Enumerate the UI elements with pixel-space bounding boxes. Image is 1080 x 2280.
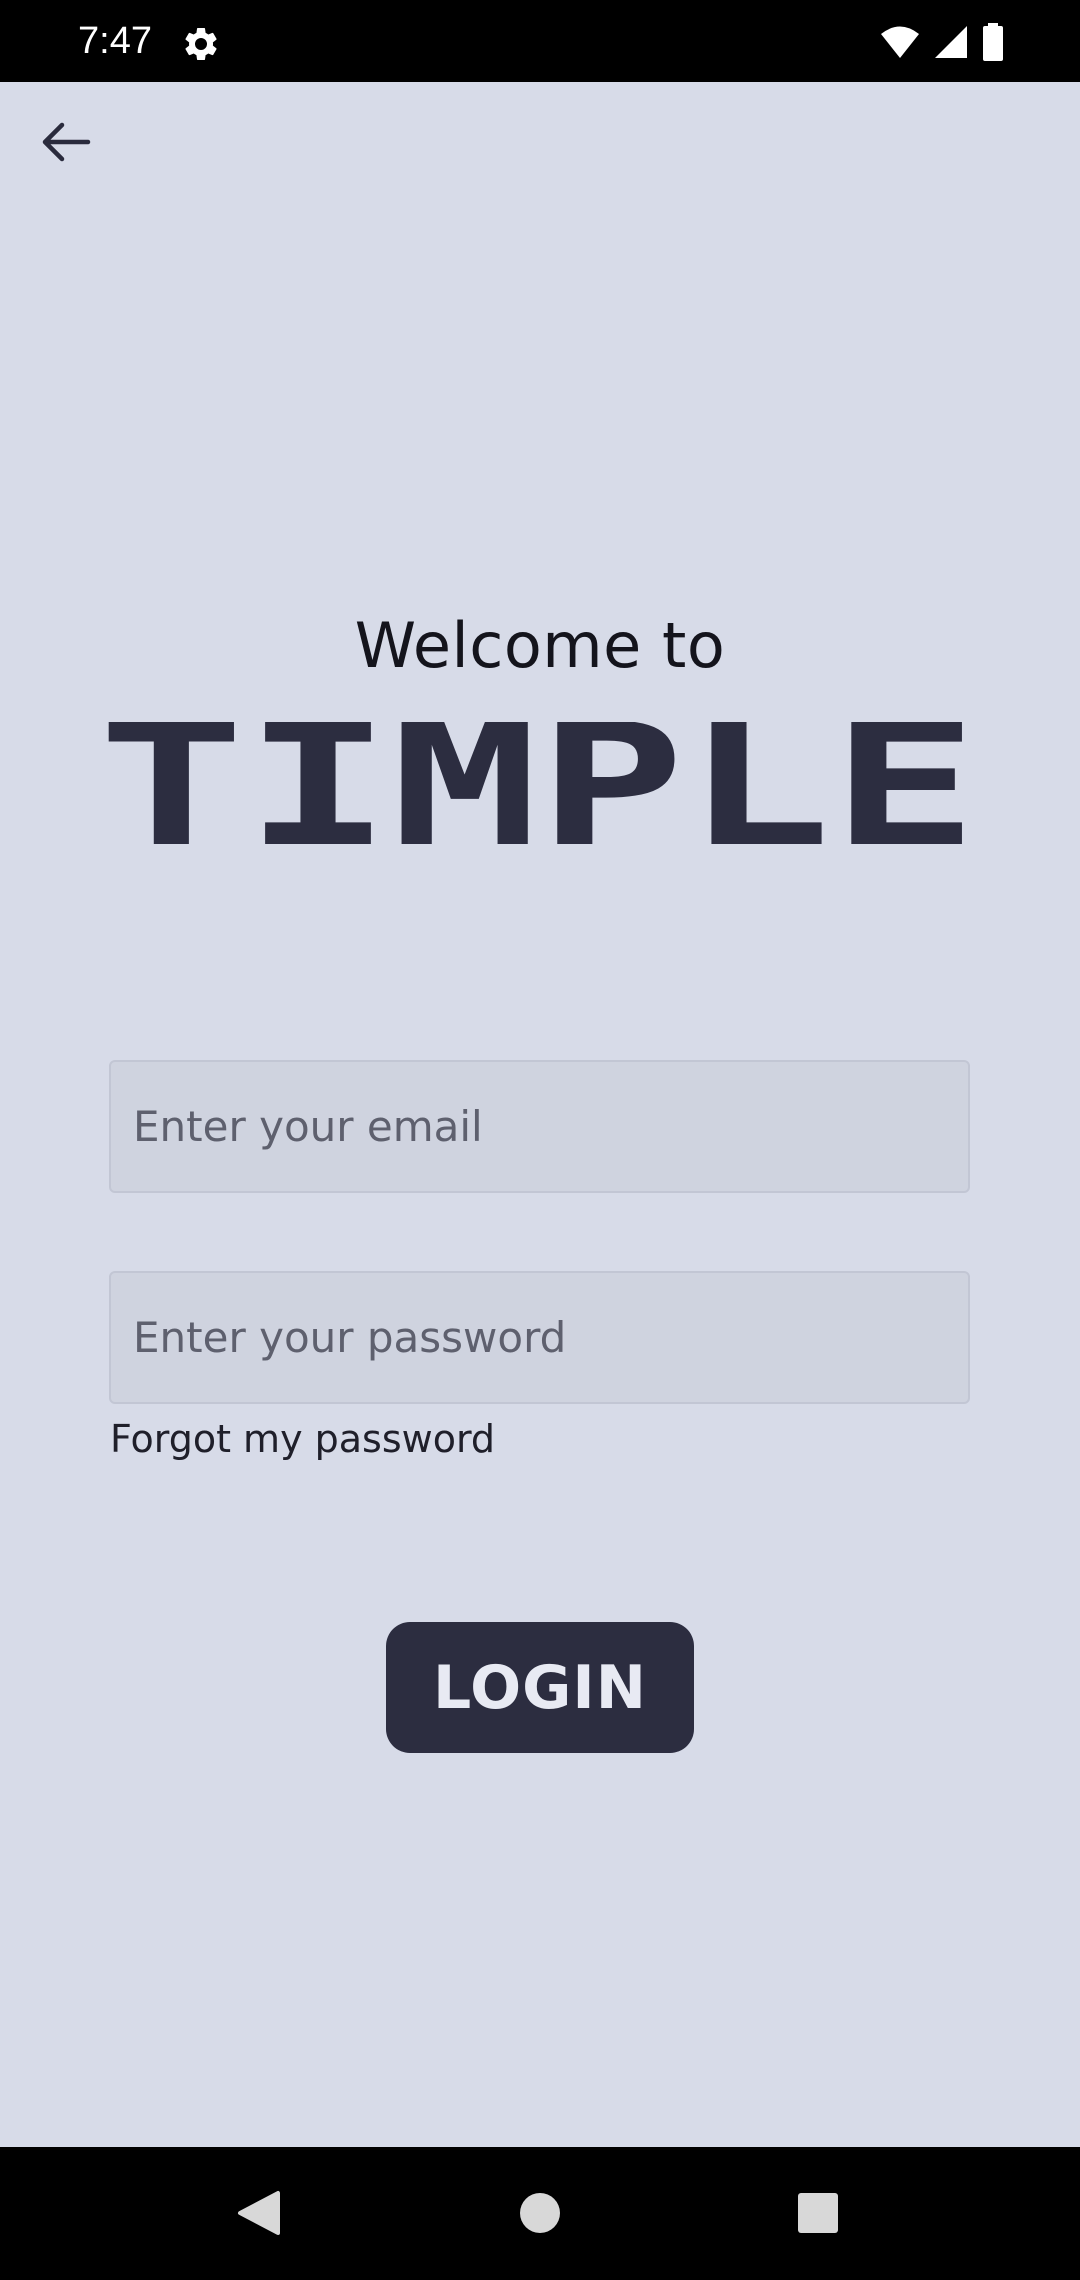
logo-text: TIMPLE (98, 722, 978, 854)
gear-icon (185, 27, 217, 60)
timple-logo: TIMPLE (96, 687, 980, 885)
password-input[interactable] (109, 1271, 970, 1404)
wifi-icon (881, 26, 919, 58)
welcome-text: Welcome to (354, 609, 726, 682)
nav-back-icon[interactable] (228, 2183, 288, 2243)
nav-recents-icon[interactable] (788, 2183, 848, 2243)
status-time: 7:47 (78, 20, 152, 62)
back-button[interactable] (36, 112, 96, 172)
login-button[interactable]: LOGIN (386, 1622, 694, 1753)
status-icons (880, 22, 1004, 62)
signal-icon (935, 26, 967, 58)
system-nav-bar (0, 2147, 1080, 2280)
nav-home-icon[interactable] (510, 2183, 570, 2243)
battery-icon (983, 23, 1003, 61)
status-bar: 7:47 (0, 0, 1080, 82)
forgot-password-link[interactable]: Forgot my password (110, 1414, 495, 1464)
arrow-left-icon (42, 122, 91, 162)
email-input[interactable] (109, 1060, 970, 1193)
